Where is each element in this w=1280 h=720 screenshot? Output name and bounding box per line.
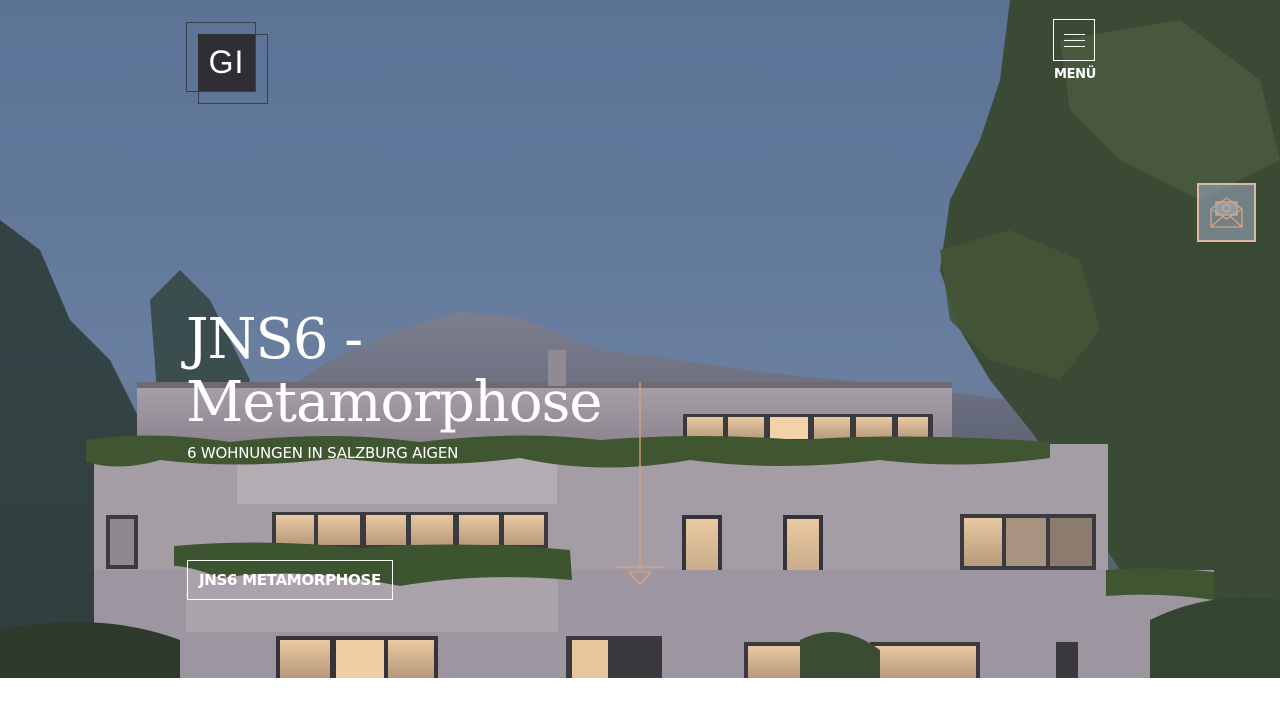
hero-title-line: Metamorphose xyxy=(186,370,602,435)
project-cta-button[interactable]: JNS6 METAMORPHOSE xyxy=(187,560,393,600)
hero-subtitle: 6 WOHNUNGEN IN SALZBURG AIGEN xyxy=(187,444,459,462)
arrow-down-icon[interactable] xyxy=(614,382,666,588)
menu-label[interactable]: MENÜ xyxy=(1040,67,1110,82)
mail-icon xyxy=(1210,197,1243,228)
hamburger-icon xyxy=(1064,40,1085,41)
hero-title: JNS6 - Metamorphose xyxy=(186,308,666,434)
hamburger-icon xyxy=(1064,34,1085,35)
contact-button[interactable] xyxy=(1197,183,1256,242)
logo-text: GI xyxy=(198,34,255,91)
hero-title-line: JNS6 - xyxy=(186,307,363,372)
menu-button[interactable] xyxy=(1053,19,1095,61)
site-logo[interactable]: GI xyxy=(186,22,268,104)
hamburger-icon xyxy=(1064,46,1085,47)
hero-section: GI MENÜ JNS6 - Metamorphose 6 WOHNUNGEN … xyxy=(0,0,1280,678)
